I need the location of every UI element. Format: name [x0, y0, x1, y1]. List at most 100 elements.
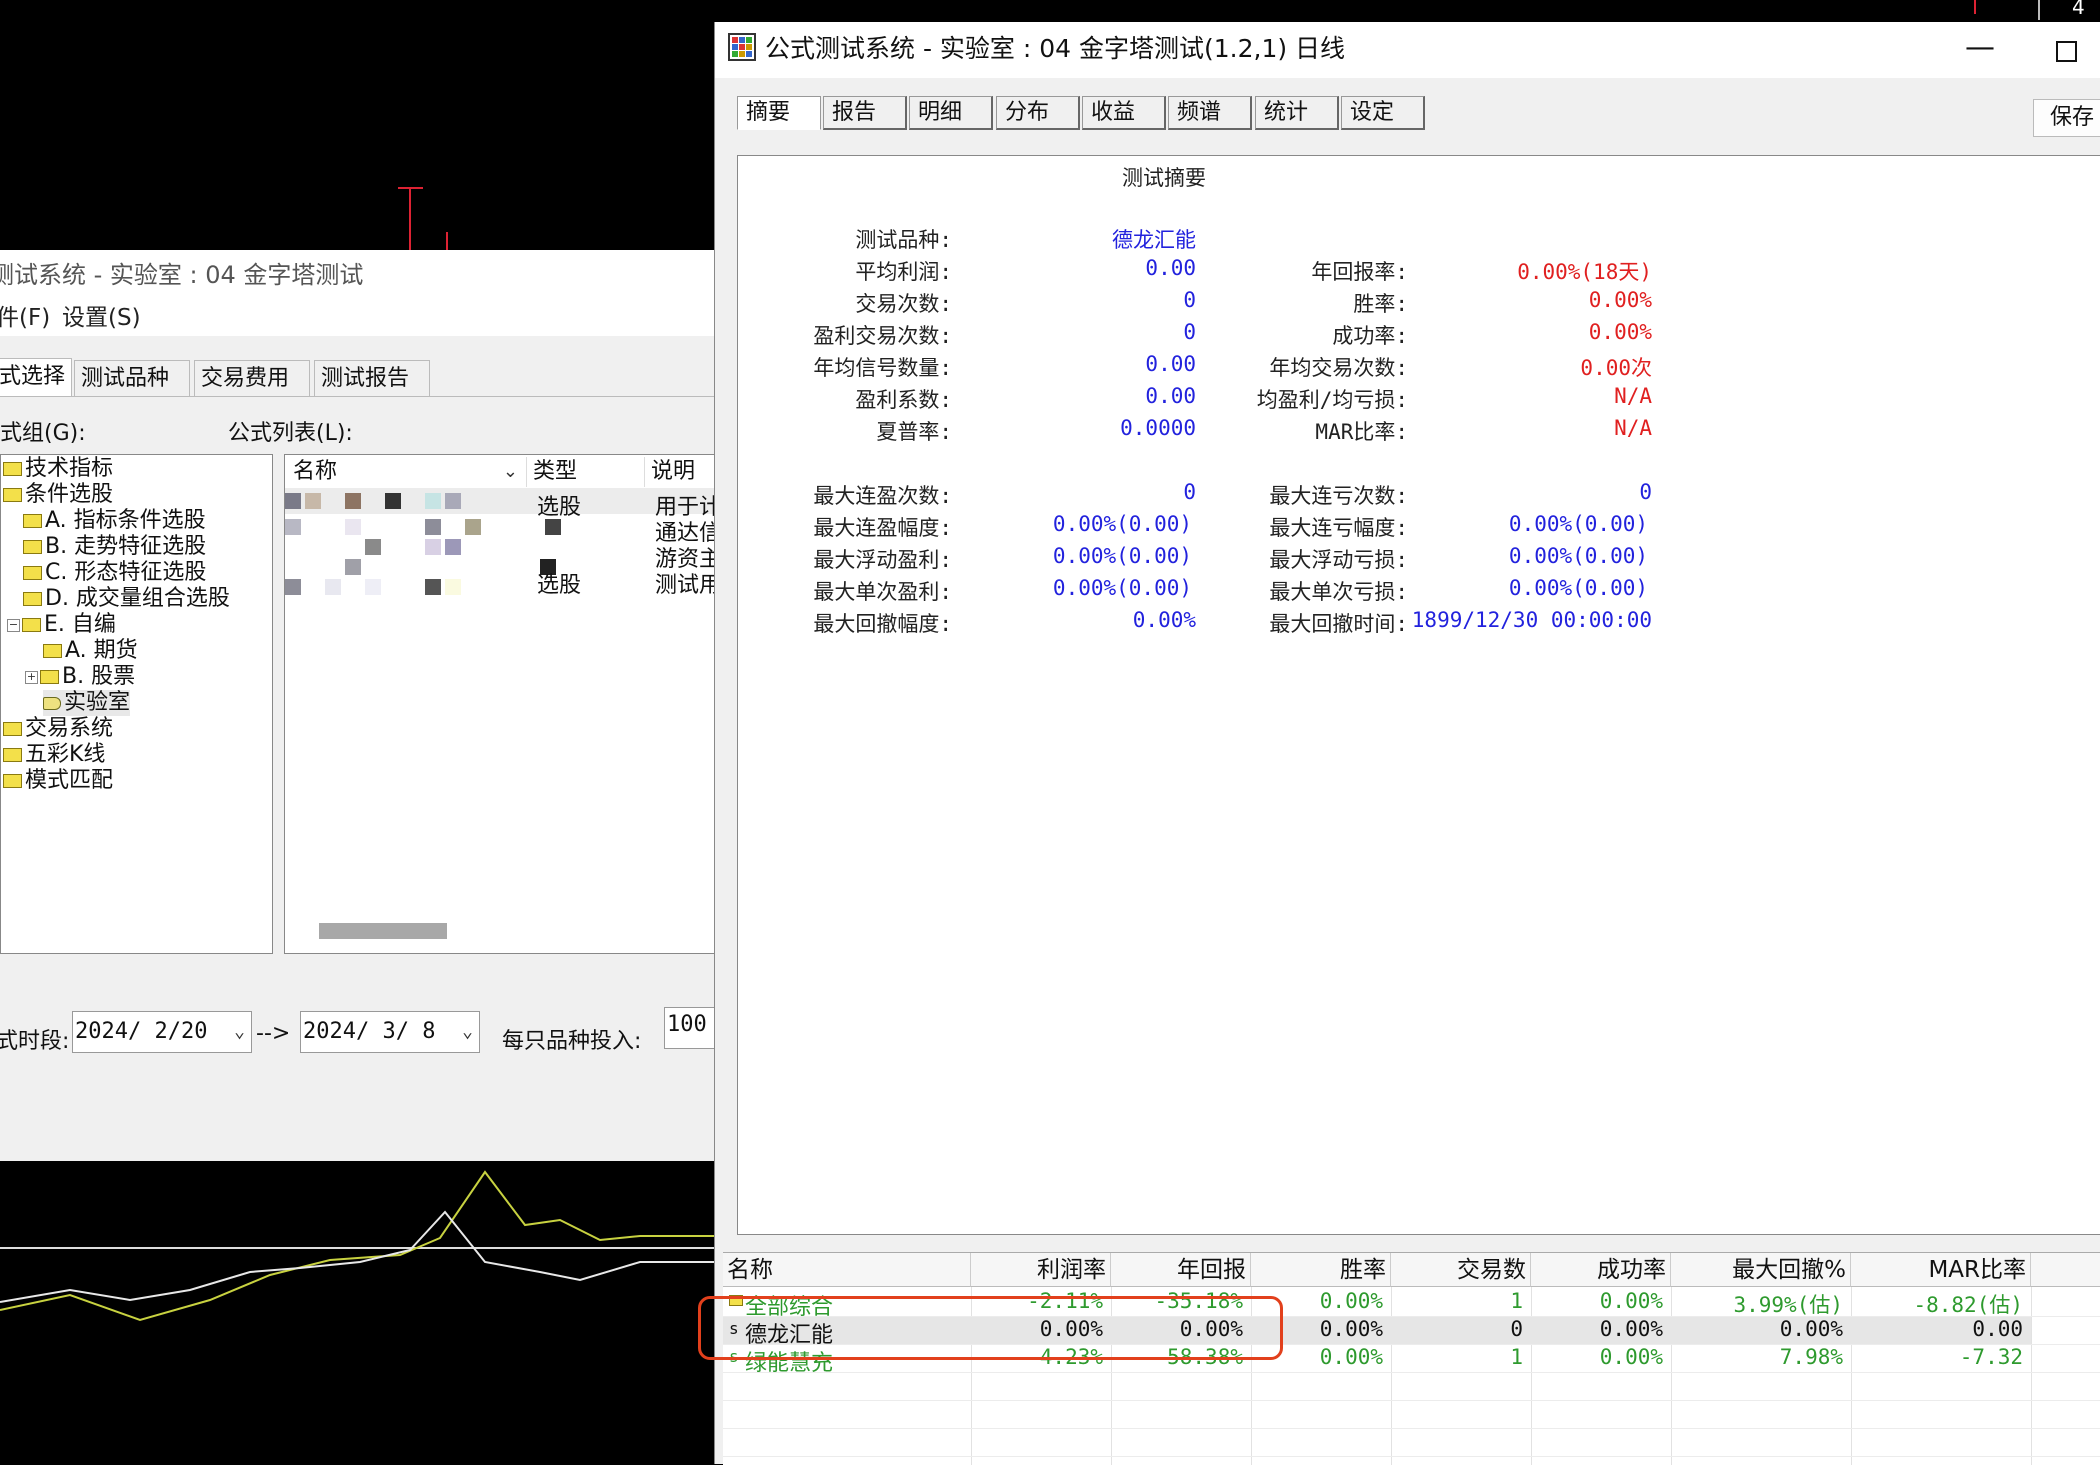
summary-label: 最大连盈幅度: [813, 516, 952, 540]
test-summary-panel: 测试摘要 测试品种: 德龙汇能 平均利润: 0.00 交易次数: 0 盈利交易次… [737, 155, 2100, 1235]
column-header-drawdown[interactable]: 最大回撤% [1671, 1253, 1851, 1287]
tree-item[interactable]: 技术指标 [3, 456, 113, 482]
tab-settings[interactable]: 设定 [1341, 96, 1425, 130]
row-mar: -8.82(估) [1913, 1293, 2023, 1317]
row-mar: -7.32 [1959, 1345, 2023, 1369]
summary-heading: 测试摘要 [1122, 166, 1206, 190]
summary-value: 0.00%(0.00) [1508, 512, 1648, 536]
blurred-pixel [445, 539, 461, 555]
row-divider [723, 1400, 2100, 1401]
list-cell-desc: 测试用 [655, 573, 715, 598]
tab-statistics[interactable]: 统计 [1255, 96, 1339, 130]
tag-icon [43, 696, 61, 710]
summary-label: 均盈利/均亏损: [1256, 388, 1408, 412]
summary-value: 0.00 [1145, 352, 1196, 376]
blurred-pixel [545, 519, 561, 535]
app-grid-icon [728, 33, 756, 61]
blurred-pixel [285, 579, 301, 595]
summary-value: 0 [1183, 480, 1196, 504]
tab-test-report[interactable]: 测试报告 [314, 360, 430, 396]
tree-item[interactable]: C. 形态特征选股 [23, 560, 206, 586]
folder-icon [23, 592, 42, 606]
blurred-pixel [365, 579, 381, 595]
menu-file[interactable]: 件(F) [0, 300, 50, 336]
tab-spectrum[interactable]: 频谱 [1168, 96, 1252, 130]
tree-item[interactable]: A. 期货 [43, 638, 138, 664]
column-header-annual[interactable]: 年回报 [1111, 1253, 1251, 1287]
date-to-picker[interactable]: 2024/ 3/ 8 ⌄ [300, 1011, 480, 1053]
column-divider [1391, 1287, 1392, 1465]
left-window-body: 式组(G): 公式列表(L): 技术指标 条件选股 A. 指标条件选股 B. 走… [0, 396, 715, 1161]
summary-value: 0.00%(18天) [1517, 260, 1652, 284]
summary-label: 最大连盈次数: [813, 484, 952, 508]
folder-icon [40, 670, 59, 684]
tree-item-selected[interactable]: 实验室 [43, 690, 131, 716]
horizontal-scrollbar-thumb[interactable] [319, 923, 447, 939]
column-header-trades[interactable]: 交易数 [1391, 1253, 1531, 1287]
summary-value: 0.00%(0.00) [1052, 544, 1192, 568]
summary-label: MAR比率: [1315, 420, 1408, 444]
tab-report[interactable]: 报告 [823, 96, 907, 130]
blurred-pixel [425, 493, 441, 509]
summary-label: 年回报率: [1311, 260, 1408, 284]
left-window-title: 测试系统 - 实验室 : 04 金字塔测试 [0, 250, 715, 300]
tab-distribution[interactable]: 分布 [996, 96, 1080, 130]
folder-icon [3, 748, 22, 762]
bg-corner-number: 4 [2072, 0, 2085, 19]
blurred-pixel [325, 579, 341, 595]
column-header-name[interactable]: 名称 ⌄ [287, 457, 527, 487]
summary-label: 最大单次亏损: [1269, 580, 1408, 604]
summary-label: 最大浮动亏损: [1269, 548, 1408, 572]
tree-item[interactable]: 交易系统 [3, 716, 113, 742]
column-header-type[interactable]: 类型 [527, 457, 645, 487]
summary-label: 平均利润: [855, 260, 952, 284]
tree-item[interactable]: D. 成交量组合选股 [23, 586, 230, 612]
summary-label: 年均信号数量: [813, 356, 952, 380]
tree-item[interactable]: 模式匹配 [3, 768, 113, 794]
tree-item[interactable]: B. 走势特征选股 [23, 534, 206, 560]
tree-item[interactable]: 五彩K线 [3, 742, 105, 768]
column-header-win[interactable]: 胜率 [1251, 1253, 1391, 1287]
column-header-name[interactable]: 名称 [723, 1253, 971, 1287]
save-button[interactable]: 保存 [2033, 99, 2100, 137]
formula-list[interactable]: 名称 ⌄ 类型 说明 选股 用于计 通达信 游资主 选股 测试用 [284, 454, 715, 954]
summary-value: 1899/12/30 00:00:00 [1411, 608, 1652, 632]
blurred-pixel [445, 493, 461, 509]
tab-summary[interactable]: 摘要 [737, 96, 821, 130]
blurred-pixel [425, 539, 441, 555]
maximize-icon [2056, 41, 2077, 62]
formula-group-tree[interactable]: 技术指标 条件选股 A. 指标条件选股 B. 走势特征选股 C. 形态特征选股 … [0, 454, 273, 954]
menu-settings[interactable]: 设置(S) [62, 300, 141, 336]
summary-value: 0.00% [1588, 320, 1652, 344]
expand-icon[interactable]: + [25, 670, 38, 684]
column-header-success[interactable]: 成功率 [1531, 1253, 1671, 1287]
summary-value: 0 [1183, 320, 1196, 344]
summary-label: 年均交易次数: [1269, 356, 1408, 380]
collapse-icon[interactable]: − [7, 618, 20, 632]
formula-group-label: 式组(G): [0, 421, 86, 446]
column-header-mar[interactable]: MAR比率 [1851, 1253, 2031, 1287]
main-titlebar: 公式测试系统 - 实验室 : 04 金字塔测试(1.2,1) 日线 — [715, 22, 2100, 78]
column-header-profit[interactable]: 利润率 [971, 1253, 1111, 1287]
summary-value: 0.00% [1588, 288, 1652, 312]
blurred-pixel [385, 493, 401, 509]
summary-value: 0.00 [1145, 256, 1196, 280]
minimize-button[interactable]: — [1955, 28, 2005, 72]
tab-returns[interactable]: 收益 [1082, 96, 1166, 130]
bg-indicator-line-yellow [0, 1170, 714, 1322]
summary-label: 最大连亏幅度: [1269, 516, 1408, 540]
tree-item[interactable]: 条件选股 [3, 482, 113, 508]
invest-amount-input[interactable]: 100 [664, 1007, 715, 1049]
date-from-picker[interactable]: 2024/ 2/20 ⌄ [72, 1011, 252, 1053]
folder-icon [22, 618, 41, 632]
tab-formula-select[interactable]: 式选择 [0, 358, 72, 396]
column-header-desc[interactable]: 说明 [645, 457, 714, 487]
tree-item[interactable]: + B. 股票 [25, 664, 135, 690]
tab-test-instruments[interactable]: 测试品种 [74, 360, 190, 396]
tab-trade-fees[interactable]: 交易费用 [194, 360, 310, 396]
tree-item[interactable]: − E. 自编 [7, 612, 116, 638]
tree-item[interactable]: A. 指标条件选股 [23, 508, 206, 534]
blurred-pixel [445, 579, 461, 595]
maximize-button[interactable] [2040, 28, 2090, 72]
tab-detail[interactable]: 明细 [909, 96, 993, 130]
